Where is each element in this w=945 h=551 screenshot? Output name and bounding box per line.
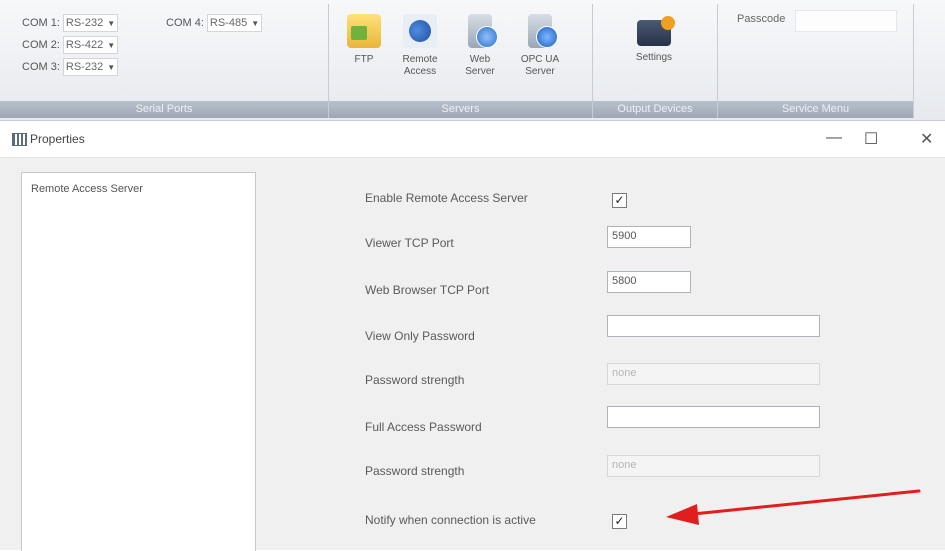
viewer-tcp-port-label: Viewer TCP Port xyxy=(365,236,454,250)
serial-ports-group-title: Serial Ports xyxy=(0,101,328,118)
com1-select[interactable]: RS-232 ▼ xyxy=(62,14,119,32)
settings-button[interactable]: Settings xyxy=(627,14,681,100)
remote-access-icon xyxy=(403,14,437,48)
ribbon: COM 1: RS-232 ▼ COM 4: RS-485 ▼ COM 2: RS-… xyxy=(0,0,945,121)
passcode-input[interactable] xyxy=(795,10,897,32)
close-button[interactable]: ✕ xyxy=(920,129,933,149)
view-only-password-label: View Only Password xyxy=(365,329,475,343)
com2-select[interactable]: RS-422 ▼ xyxy=(62,36,119,54)
password-strength-label-2: Password strength xyxy=(365,464,465,478)
enable-remote-access-checkbox[interactable]: ✓ xyxy=(612,193,627,208)
web-browser-tcp-port-input[interactable]: 5800 xyxy=(607,271,691,293)
tree-item-remote-access-server[interactable]: Remote Access Server xyxy=(31,183,143,195)
password-strength-field-1: none xyxy=(607,363,820,385)
chevron-down-icon: ▼ xyxy=(107,62,116,72)
service-menu-group-title: Service Menu xyxy=(718,101,913,118)
web-server-button[interactable]: Web Server xyxy=(453,14,507,100)
chevron-down-icon: ▼ xyxy=(107,40,116,50)
enable-remote-access-label: Enable Remote Access Server xyxy=(365,191,528,205)
com3-label: COM 3: xyxy=(22,61,60,73)
com1-row: COM 1: RS-232 ▼ xyxy=(22,14,119,32)
ftp-button[interactable]: FTP xyxy=(337,14,391,100)
com2-label: COM 2: xyxy=(22,39,60,51)
com4-select[interactable]: RS-485 ▼ xyxy=(206,14,263,32)
viewer-tcp-port-input[interactable]: 5900 xyxy=(607,226,691,248)
maximize-button[interactable]: ☐ xyxy=(864,129,878,149)
full-access-password-label: Full Access Password xyxy=(365,420,482,434)
com1-label: COM 1: xyxy=(22,17,60,29)
output-devices-group-title: Output Devices xyxy=(593,101,717,118)
tree-pane: Remote Access Server xyxy=(21,172,256,551)
com3-select[interactable]: RS-232 ▼ xyxy=(62,58,119,76)
properties-titlebar: Properties — ☐ ✕ xyxy=(0,121,945,158)
notify-connection-active-label: Notify when connection is active xyxy=(365,513,536,527)
full-access-password-input[interactable] xyxy=(607,406,820,428)
serial-ports-group: COM 1: RS-232 ▼ COM 4: RS-485 ▼ COM 2: RS-… xyxy=(0,4,329,118)
remote-access-button[interactable]: Remote Access xyxy=(393,14,447,100)
chevron-down-icon: ▼ xyxy=(251,18,260,28)
com4-label: COM 4: xyxy=(166,17,204,29)
minimize-button[interactable]: — xyxy=(826,129,842,147)
servers-group-title: Servers xyxy=(329,101,592,118)
web-browser-tcp-port-label: Web Browser TCP Port xyxy=(365,283,490,297)
properties-window-icon xyxy=(12,133,27,146)
notify-connection-active-checkbox[interactable]: ✓ xyxy=(612,514,627,529)
com2-row: COM 2: RS-422 ▼ xyxy=(22,36,119,54)
output-devices-group: Settings Output Devices xyxy=(593,4,718,118)
password-strength-field-2: none xyxy=(607,455,820,477)
servers-group: FTP Remote Access Web Server OPC UA Serv… xyxy=(329,4,593,118)
settings-monitor-icon xyxy=(637,16,675,46)
window-title: Properties xyxy=(30,132,85,146)
passcode-label: Passcode xyxy=(737,13,786,25)
ftp-folder-icon xyxy=(347,14,381,48)
opc-ua-server-icon xyxy=(528,14,558,48)
web-server-icon xyxy=(468,14,498,48)
chevron-down-icon: ▼ xyxy=(107,18,116,28)
opc-ua-server-button[interactable]: OPC UA Server xyxy=(513,14,567,100)
com3-row: COM 3: RS-232 ▼ xyxy=(22,58,119,76)
password-strength-label-1: Password strength xyxy=(365,373,465,387)
com4-row: COM 4: RS-485 ▼ xyxy=(166,14,263,32)
view-only-password-input[interactable] xyxy=(607,315,820,337)
